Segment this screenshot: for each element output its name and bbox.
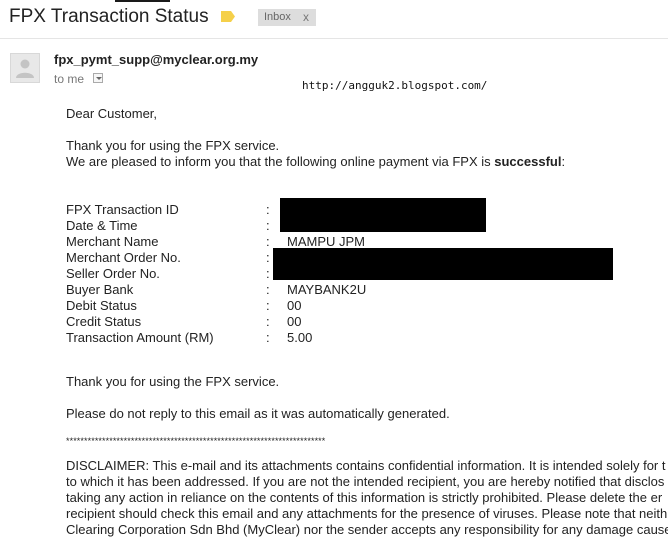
debit-status-value: 00 — [287, 298, 302, 313]
inbox-label-chip[interactable]: Inbox x — [258, 9, 316, 26]
success-word: successful — [494, 154, 562, 169]
sender-address[interactable]: fpx_pymt_supp@myclear.org.my — [54, 52, 258, 67]
detail-colon: : — [266, 234, 270, 249]
recipient-line: to me — [54, 72, 84, 86]
detail-colon: : — [266, 218, 270, 233]
greeting: Dear Customer, — [66, 106, 158, 121]
no-reply-notice: Please do not reply to this email as it … — [66, 406, 450, 421]
disclaimer-line: DISCLAIMER: This e-mail and its attachme… — [66, 458, 666, 473]
transaction-amount-value: 5.00 — [287, 330, 313, 345]
detail-colon: : — [266, 250, 270, 265]
detail-colon: : — [266, 282, 270, 297]
redaction-box-transaction-id — [280, 198, 486, 232]
intro-line-2-end: : — [561, 154, 566, 169]
detail-colon: : — [266, 298, 270, 313]
merchant-name-value: MAMPU JPM — [287, 234, 365, 249]
detail-label: Transaction Amount (RM) — [66, 330, 214, 345]
detail-colon: : — [266, 266, 270, 281]
detail-label: Credit Status — [66, 314, 142, 329]
sender-avatar — [10, 53, 40, 83]
detail-colon: : — [266, 330, 270, 345]
detail-colon: : — [266, 314, 270, 329]
disclaimer-line: taking any action in reliance on the con… — [66, 490, 663, 505]
label-tag-icon[interactable] — [221, 11, 235, 22]
blog-watermark: http://angguk2.blogspot.com/ — [302, 79, 488, 92]
redaction-box-order-numbers — [273, 248, 613, 280]
buyer-bank-value: MAYBANK2U — [287, 282, 367, 297]
detail-label: FPX Transaction ID — [66, 202, 179, 217]
detail-label: Merchant Order No. — [66, 250, 181, 265]
details-dropdown-icon[interactable] — [93, 73, 103, 83]
detail-label: Seller Order No. — [66, 266, 160, 281]
credit-status-value: 00 — [287, 314, 302, 329]
intro-line-1: Thank you for using the FPX service. — [66, 138, 280, 153]
detail-label: Merchant Name — [66, 234, 159, 249]
detail-label: Date & Time — [66, 218, 138, 233]
disclaimer-line: Clearing Corporation Sdn Bhd (MyClear) n… — [66, 522, 668, 537]
detail-label: Buyer Bank — [66, 282, 134, 297]
closing-thanks: Thank you for using the FPX service. — [66, 374, 280, 389]
person-silhouette-icon — [16, 59, 34, 78]
intro-line-2: We are pleased to inform you that the fo… — [66, 154, 565, 169]
intro-line-2-text: We are pleased to inform you that the fo… — [66, 154, 495, 169]
header-divider — [0, 38, 668, 39]
recipient-text: to me — [54, 72, 85, 86]
disclaimer-line: recipient should check this email and an… — [66, 506, 668, 521]
detail-label: Debit Status — [66, 298, 137, 313]
detail-colon: : — [266, 202, 270, 217]
inbox-label-text: Inbox — [264, 11, 291, 23]
disclaimer-line: to which it has been addressed. If you a… — [66, 474, 665, 489]
disclaimer-separator: ****************************************… — [66, 436, 326, 446]
email-subject: FPX Transaction Status — [9, 6, 209, 27]
header-top-line — [115, 0, 170, 2]
remove-label-icon[interactable]: x — [303, 10, 309, 24]
